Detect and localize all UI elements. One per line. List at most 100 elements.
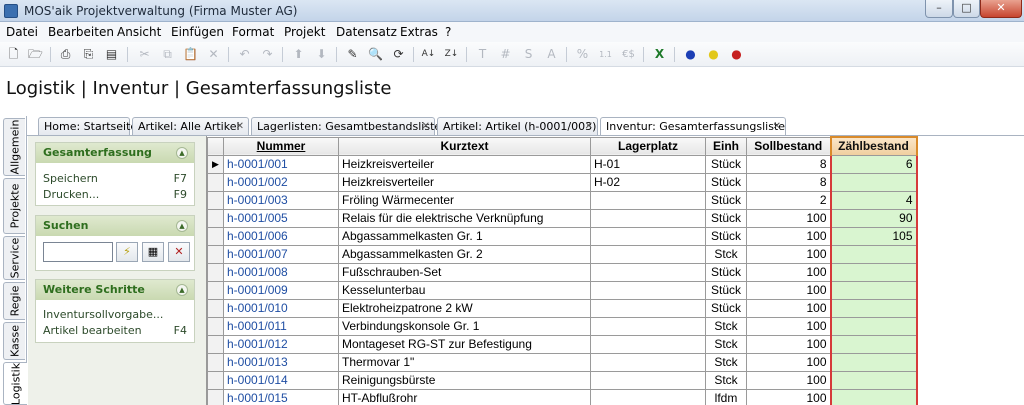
table-row[interactable]: h-0001/011 Verbindungskonsole Gr. 1 Stck 10… [207, 316, 918, 336]
row-selector[interactable] [207, 298, 224, 318]
excel-export-icon[interactable]: X [651, 46, 668, 63]
menu-ansicht[interactable]: Ansicht [117, 25, 161, 39]
tab-inventur[interactable]: Inventur: Gesamterfassungsliste ✕ [600, 117, 786, 137]
side-tab-allgemein[interactable]: Allgemein [3, 118, 25, 176]
table-row[interactable]: h-0001/013 Thermovar 1" Stck 100 [207, 352, 918, 372]
side-tab-projekte[interactable]: Projekte [3, 178, 25, 234]
row-selector[interactable] [207, 262, 224, 282]
chevron-up-icon[interactable]: ▲ [176, 147, 188, 159]
row-selector[interactable]: ▶ [207, 154, 224, 174]
menu-datensatz[interactable]: Datensatz [336, 25, 397, 39]
close-tab-icon[interactable]: ✕ [585, 118, 593, 135]
menu-bearbeiten[interactable]: Bearbeiten [48, 25, 114, 39]
print-icon[interactable]: ⎙ [57, 46, 74, 63]
row-selector[interactable] [207, 190, 224, 210]
percent-icon[interactable]: % [574, 46, 591, 63]
weitere-schritte-header[interactable]: Weitere Schritte ▲ [36, 280, 194, 300]
menu-einfuegen[interactable]: Einfügen [171, 25, 224, 39]
chevron-up-icon[interactable]: ▲ [176, 220, 188, 232]
tab-artikel-h0001-003[interactable]: Artikel: Artikel (h-0001/003) ✕ [437, 117, 598, 136]
menu-projekt[interactable]: Projekt [284, 25, 325, 39]
row-selector[interactable] [207, 244, 224, 264]
cell-zaehlbestand[interactable] [829, 388, 918, 405]
row-selector[interactable] [207, 280, 224, 300]
table-row[interactable]: h-0001/008 Fußschrauben-Set Stück 100 [207, 262, 918, 282]
filter-apply-icon[interactable]: ⚡ [116, 242, 138, 262]
print-preview-icon[interactable]: ⎘ [80, 46, 97, 63]
search-input[interactable] [43, 242, 113, 262]
delete-icon[interactable]: ✕ [205, 46, 222, 63]
artikel-bearbeiten-link[interactable]: Artikel bearbeiten [43, 324, 142, 337]
row-selector[interactable] [207, 208, 224, 228]
open-folder-icon[interactable]: 🗁 [27, 46, 44, 63]
row-selector[interactable] [207, 388, 224, 405]
table-row[interactable]: h-0001/002 Heizkreisverteiler H-02 Stück 8 [207, 172, 918, 192]
number-format-icon[interactable]: # [497, 46, 514, 63]
sort-ascending-icon[interactable]: A↓ [420, 46, 437, 63]
table-row[interactable]: h-0001/006 Abgassammelkasten Gr. 1 Stück 10… [207, 226, 918, 246]
table-row[interactable]: h-0001/007 Abgassammelkasten Gr. 2 Stck 100 [207, 244, 918, 264]
row-selector[interactable] [207, 316, 224, 336]
sort-descending-icon[interactable]: Z↓ [443, 46, 460, 63]
table-row[interactable]: h-0001/009 Kesselunterbau Stück 100 [207, 280, 918, 300]
cell-zaehlbestand[interactable] [829, 244, 918, 264]
user-blue-icon[interactable]: ● [682, 46, 699, 63]
gesamterfassung-header[interactable]: Gesamterfassung ▲ [36, 143, 194, 163]
cell-zaehlbestand[interactable] [829, 298, 918, 318]
menu-format[interactable]: Format [232, 25, 274, 39]
row-selector[interactable] [207, 352, 224, 372]
refresh-icon[interactable]: ⟳ [390, 46, 407, 63]
table-row[interactable]: h-0001/003 Fröling Wärmecenter Stück 2 4 [207, 190, 918, 210]
sum-format-icon[interactable]: S [520, 46, 537, 63]
cell-zaehlbestand[interactable]: 105 [829, 226, 918, 246]
close-tab-icon[interactable]: ✕ [773, 118, 781, 135]
close-tab-icon[interactable]: ✕ [422, 118, 430, 135]
side-tab-logistik[interactable]: Logistik [3, 362, 27, 405]
find-icon[interactable]: 🔍 [367, 46, 384, 63]
undo-icon[interactable]: ↶ [236, 46, 253, 63]
maximize-button[interactable]: □ [953, 0, 980, 18]
alpha-format-icon[interactable]: A [543, 46, 560, 63]
close-tab-icon[interactable]: ✕ [236, 118, 244, 135]
close-button[interactable]: ✕ [980, 0, 1022, 18]
menu-extras[interactable]: Extras [400, 25, 438, 39]
user-yellow-icon[interactable]: ● [705, 46, 722, 63]
side-tab-kasse[interactable]: Kasse [3, 322, 25, 360]
row-selector[interactable] [207, 370, 224, 390]
redo-icon[interactable]: ↷ [259, 46, 276, 63]
move-up-icon[interactable]: ⬆ [290, 46, 307, 63]
cell-zaehlbestand[interactable] [829, 172, 918, 192]
tab-home[interactable]: Home: Startseite [38, 117, 137, 136]
suchen-header[interactable]: Suchen ▲ [36, 216, 194, 236]
cell-zaehlbestand[interactable] [829, 280, 918, 300]
tab-lagerlisten[interactable]: Lagerlisten: Gesamtbestandsliste ✕ [251, 117, 441, 136]
table-row[interactable]: h-0001/015 HT-Abflußrohr lfdm 100 [207, 388, 918, 405]
inventursollvorgabe-link[interactable]: Inventursollvorgabe... [43, 308, 163, 321]
move-down-icon[interactable]: ⬇ [313, 46, 330, 63]
cut-icon[interactable]: ✂ [136, 46, 153, 63]
decimal-icon[interactable]: 1.1 [597, 46, 614, 63]
side-tab-regie[interactable]: Regie [3, 282, 25, 320]
user-red-icon[interactable]: ● [728, 46, 745, 63]
cell-zaehlbestand[interactable] [829, 334, 918, 354]
cell-zaehlbestand[interactable] [829, 316, 918, 336]
cell-zaehlbestand[interactable] [829, 262, 918, 282]
column-header-kurztext[interactable]: Kurztext [338, 136, 591, 156]
cell-zaehlbestand[interactable]: 4 [829, 190, 918, 210]
table-row[interactable]: h-0001/005 Relais für die elektrische Ver… [207, 208, 918, 228]
chevron-up-icon[interactable]: ▲ [176, 284, 188, 296]
row-selector[interactable] [207, 172, 224, 192]
menu-datei[interactable]: Datei [6, 25, 38, 39]
filter-clear-icon[interactable]: ✕ [168, 242, 190, 262]
print-settings-icon[interactable]: ▤ [103, 46, 120, 63]
row-selector[interactable] [207, 334, 224, 354]
menu-help[interactable]: ? [445, 25, 451, 39]
tab-artikel-alle[interactable]: Artikel: Alle Artikel ✕ [132, 117, 249, 136]
copy-icon[interactable]: ⧉ [159, 46, 176, 63]
column-header-sollbestand[interactable]: Sollbestand [746, 136, 831, 156]
table-row[interactable]: h-0001/010 Elektroheizpatrone 2 kW Stück 10… [207, 298, 918, 318]
cell-zaehlbestand[interactable] [829, 370, 918, 390]
speichern-link[interactable]: Speichern [43, 172, 98, 185]
cell-zaehlbestand[interactable]: 90 [829, 208, 918, 228]
cell-zaehlbestand[interactable] [829, 352, 918, 372]
